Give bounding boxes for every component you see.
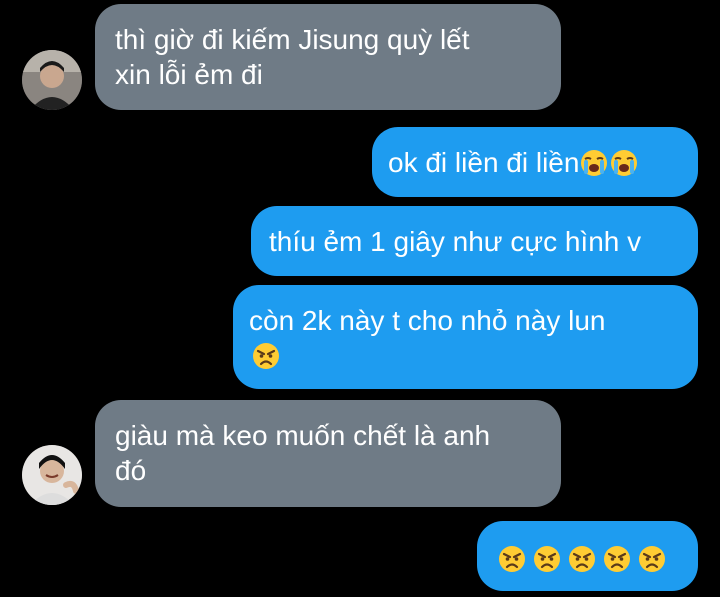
message-text: thì giờ đi kiếm Jisung quỳ lết (115, 24, 470, 55)
message-bubble-sent: còn 2k này t cho nhỏ này lun (233, 285, 698, 389)
message-text: ok đi liền đi liền (388, 147, 580, 178)
angry-face-icon (497, 544, 527, 574)
angry-face-icon (567, 544, 597, 574)
angry-face-icon (251, 341, 281, 371)
message-bubble-sent: thíu ẻm 1 giây như cực hình v (251, 206, 698, 276)
loudly-crying-face-icon (579, 148, 609, 178)
message-text: đó (115, 455, 147, 486)
message-bubble-received: thì giờ đi kiếm Jisung quỳ lết xin lỗi ẻ… (95, 4, 561, 110)
angry-face-icon (637, 544, 667, 574)
contact-avatar[interactable] (22, 445, 82, 505)
message-bubble-received: giàu mà keo muốn chết là anh đó (95, 400, 561, 507)
message-bubble-sent (477, 521, 698, 591)
message-text: xin lỗi ẻm đi (115, 59, 263, 90)
message-text: thíu ẻm 1 giây như cực hình v (269, 226, 642, 257)
message-bubble-sent: ok đi liền đi liền (372, 127, 698, 197)
loudly-crying-face-icon (609, 148, 639, 178)
message-text: giàu mà keo muốn chết là anh (115, 420, 491, 451)
angry-face-icon (532, 544, 562, 574)
contact-avatar[interactable] (22, 50, 82, 110)
message-text: còn 2k này t cho nhỏ này lun (249, 305, 606, 336)
angry-face-icon (602, 544, 632, 574)
